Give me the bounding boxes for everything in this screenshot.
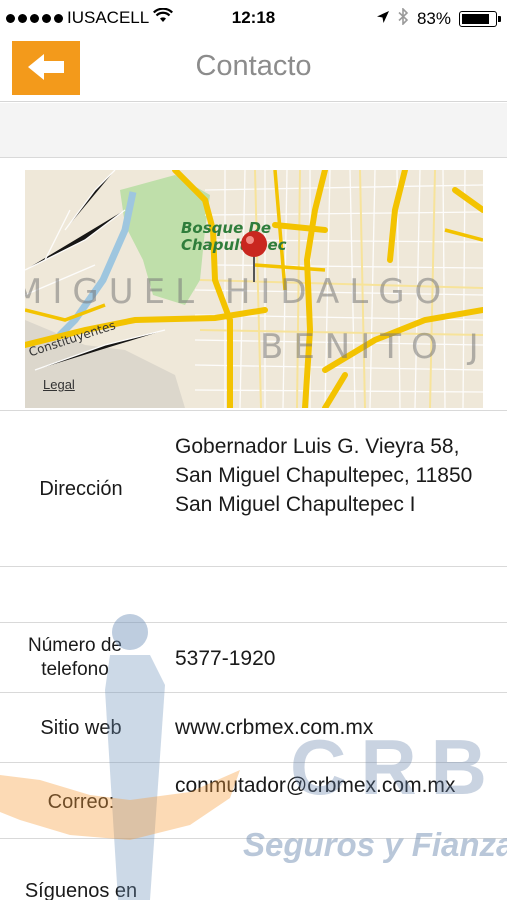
location-arrow-icon: [376, 9, 390, 29]
address-row: Dirección Gobernador Luis G. Vieyra 58, …: [0, 411, 507, 567]
website-link[interactable]: www.crbmex.com.mx: [175, 713, 495, 742]
page-title: Contacto: [195, 50, 312, 82]
website-row: Sitio web www.crbmex.com.mx: [0, 693, 507, 763]
map-label-district-2: BENITO J: [260, 327, 483, 367]
email-link[interactable]: conmutador@crbmex.com.mx: [175, 771, 475, 800]
map-legal-link[interactable]: Legal: [43, 377, 75, 392]
battery-percent: 83%: [416, 9, 451, 28]
battery-icon: [459, 11, 501, 27]
park-label-line1: Bosque De: [181, 219, 272, 237]
website-label: Sitio web: [40, 717, 122, 739]
address-label: Dirección: [39, 478, 123, 500]
status-bar: IUSACELL 12:18 83%: [0, 0, 507, 36]
location-map[interactable]: Bosque De Chapultepec MIGUEL HIDALGO BEN…: [25, 170, 483, 408]
section-spacer: [0, 103, 507, 158]
bluetooth-icon: [398, 7, 409, 30]
phone-row: Número de telefono 5377-1920: [0, 623, 507, 693]
email-row: Correo: conmutador@crbmex.com.mx: [0, 763, 507, 839]
phone-label: Número de telefono: [28, 635, 122, 680]
status-right: 83%: [376, 7, 501, 30]
social-label: Síguenos en: [24, 880, 138, 900]
phone-value[interactable]: 5377-1920: [175, 644, 495, 673]
address-value[interactable]: Gobernador Luis G. Vieyra 58, San Miguel…: [175, 432, 495, 519]
email-label: Correo:: [47, 791, 115, 813]
section-spacer: [0, 567, 507, 623]
park-label-line2: Chapultepec: [181, 236, 287, 254]
navigation-bar: Contacto: [0, 36, 507, 102]
social-row: Síguenos en: [0, 839, 507, 900]
map-label-park: Bosque De Chapultepec: [181, 220, 287, 254]
